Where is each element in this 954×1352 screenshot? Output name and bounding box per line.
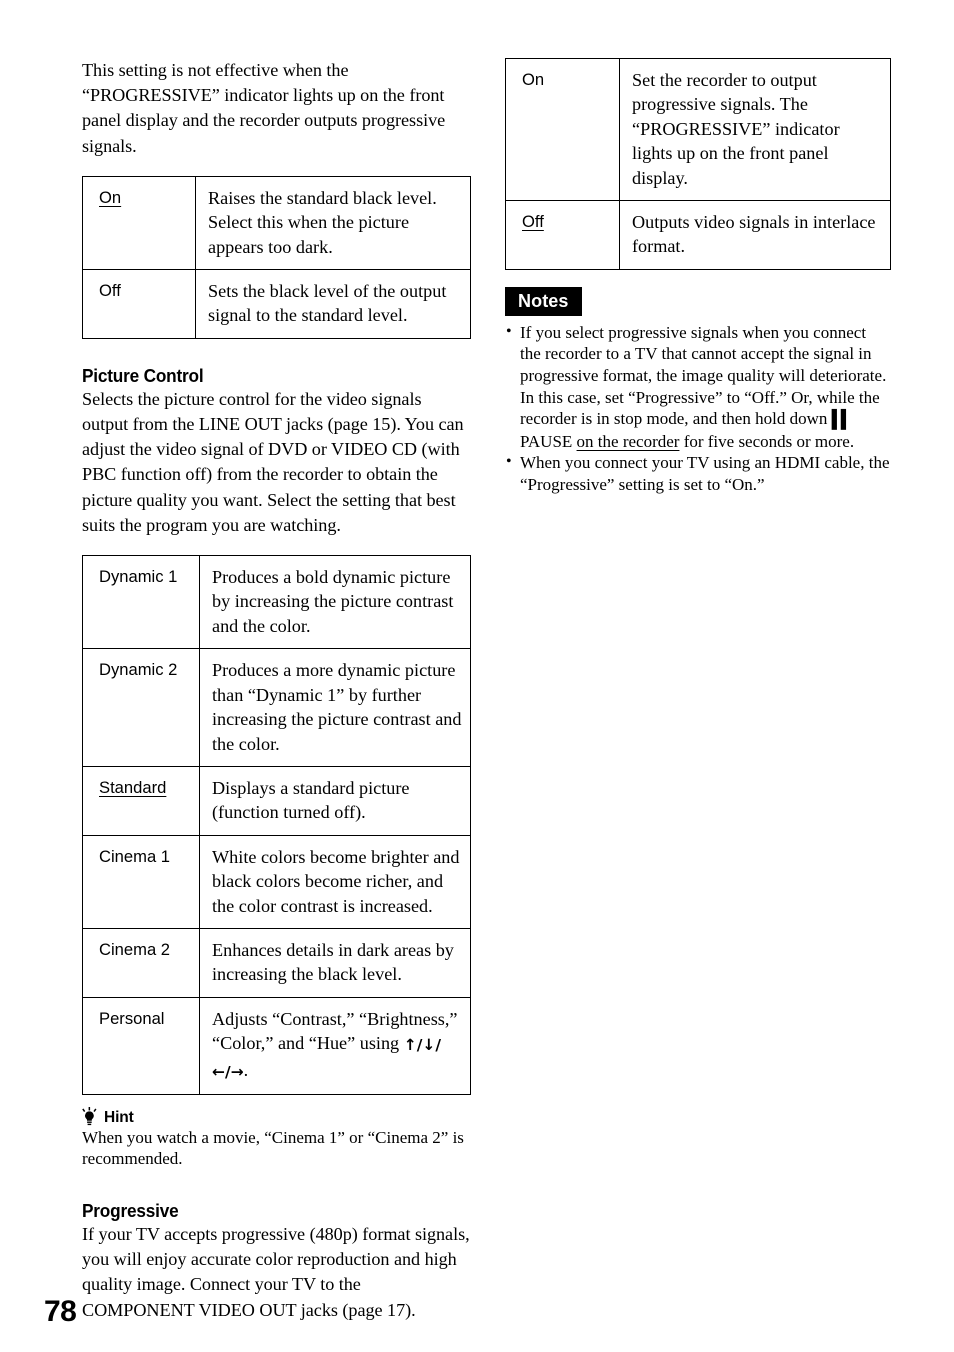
table-row-key: Personal bbox=[82, 996, 200, 1095]
personal-description-suffix: . bbox=[243, 1059, 249, 1080]
table-row-description: Displays a standard picture (function tu… bbox=[199, 765, 471, 836]
table-row: On Set the recorder to output progressiv… bbox=[505, 57, 891, 202]
table-row-description: Set the recorder to output progressive s… bbox=[619, 57, 891, 202]
table-row-key: Dynamic 1 bbox=[82, 555, 200, 650]
option-label-standard: Standard bbox=[99, 777, 167, 797]
hint-label: Hint bbox=[104, 1108, 134, 1126]
updown-arrows-icon: ↑/↓/ bbox=[403, 1036, 441, 1055]
hint-body: When you watch a movie, “Cinema 1” or “C… bbox=[82, 1127, 464, 1169]
progressive-body: If your TV accepts progressive (480p) fo… bbox=[82, 1223, 470, 1320]
pause-icon: ▌▌ bbox=[831, 409, 852, 430]
left-column: This setting is not effective when the “… bbox=[82, 58, 472, 1323]
table-row-description: Enhances details in dark areas by increa… bbox=[199, 927, 471, 998]
list-item: • If you select progressive signals when … bbox=[505, 322, 891, 453]
option-label-cinema-1: Cinema 1 bbox=[99, 846, 171, 866]
table-row: Cinema 2 Enhances details in dark areas … bbox=[82, 927, 471, 998]
table-row: Off Outputs video signals in interlace f… bbox=[505, 200, 891, 270]
table-row-description: White colors become brighter and black c… bbox=[199, 834, 471, 929]
table-row-key: Cinema 1 bbox=[82, 834, 200, 929]
table-row-key: On bbox=[82, 175, 196, 271]
table-row-key: On bbox=[505, 57, 620, 202]
picture-control-heading: Picture Control bbox=[82, 364, 204, 386]
option-label-on: On bbox=[99, 187, 122, 207]
picture-control-body: Selects the picture control for the vide… bbox=[82, 388, 464, 535]
option-label-on: On bbox=[522, 70, 545, 89]
document-page: This setting is not effective when the “… bbox=[0, 0, 954, 1352]
table-row-key: Cinema 2 bbox=[82, 927, 200, 998]
page-number: 78 bbox=[44, 1295, 77, 1328]
table-row: Standard Displays a standard picture (fu… bbox=[82, 765, 471, 836]
table-row-key: Off bbox=[505, 200, 620, 270]
table-row: Cinema 1 White colors become brighter an… bbox=[82, 834, 471, 929]
leftright-arrows-icon: ←/→ bbox=[212, 1062, 244, 1081]
table-row-description: Produces a more dynamic picture than “Dy… bbox=[199, 648, 471, 767]
bullet-icon: • bbox=[506, 453, 512, 471]
table-row-key: Off bbox=[82, 269, 196, 339]
note-text-part-1: When you connect your TV using an HDMI c… bbox=[520, 453, 890, 494]
progressive-setting-table: On Set the recorder to output progressiv… bbox=[505, 57, 891, 270]
table-row-description: Raises the standard black level. Select … bbox=[195, 175, 471, 271]
table-row-description: Sets the black level of the output signa… bbox=[195, 269, 471, 339]
table-row-key: Standard bbox=[82, 765, 200, 836]
right-column: On Set the recorder to output progressiv… bbox=[505, 57, 891, 496]
table-row-description: Adjusts “Contrast,” “Brightness,” “Color… bbox=[199, 996, 471, 1095]
table-row: Off Sets the black level of the output s… bbox=[82, 269, 471, 339]
notes-section: Notes • If you select progressive signals… bbox=[505, 286, 891, 496]
hint-header: Hint bbox=[82, 1106, 472, 1126]
picture-control-table: Dynamic 1 Produces a bold dynamic pictur… bbox=[82, 555, 471, 1095]
option-label-off: Off bbox=[99, 281, 121, 301]
notes-list: • If you select progressive signals when … bbox=[505, 322, 891, 496]
intro-paragraph: This setting is not effective when the “… bbox=[82, 60, 446, 156]
table-row-description: Outputs video signals in interlace forma… bbox=[619, 200, 891, 270]
lightbulb-icon bbox=[82, 1106, 97, 1126]
bullet-icon: • bbox=[506, 322, 512, 340]
table-row: Dynamic 1 Produces a bold dynamic pictur… bbox=[82, 555, 471, 650]
notes-badge: Notes bbox=[505, 286, 582, 316]
table-row-key: Dynamic 2 bbox=[82, 648, 200, 767]
table-row: Dynamic 2 Produces a more dynamic pictur… bbox=[82, 648, 471, 767]
table-row: Personal Adjusts “Contrast,” “Brightness… bbox=[82, 996, 471, 1095]
option-label-dynamic-1: Dynamic 1 bbox=[99, 567, 178, 587]
note-text-part-3: for five seconds or more. bbox=[679, 431, 855, 451]
table-row-description: Produces a bold dynamic picture by incre… bbox=[199, 555, 471, 650]
option-label-off: Off bbox=[522, 212, 544, 232]
option-label-cinema-2: Cinema 2 bbox=[99, 939, 171, 959]
option-label-personal: Personal bbox=[99, 1008, 165, 1028]
option-label-dynamic-2: Dynamic 2 bbox=[99, 660, 178, 680]
progressive-heading: Progressive bbox=[82, 1199, 179, 1221]
note-text-part-2: PAUSE bbox=[520, 431, 577, 451]
list-item: • When you connect your TV using an HDMI … bbox=[505, 452, 891, 495]
black-level-table: On Raises the standard black level. Sele… bbox=[82, 175, 471, 339]
note-underlined-text: on the recorder bbox=[576, 431, 680, 451]
table-row: On Raises the standard black level. Sele… bbox=[82, 175, 471, 271]
